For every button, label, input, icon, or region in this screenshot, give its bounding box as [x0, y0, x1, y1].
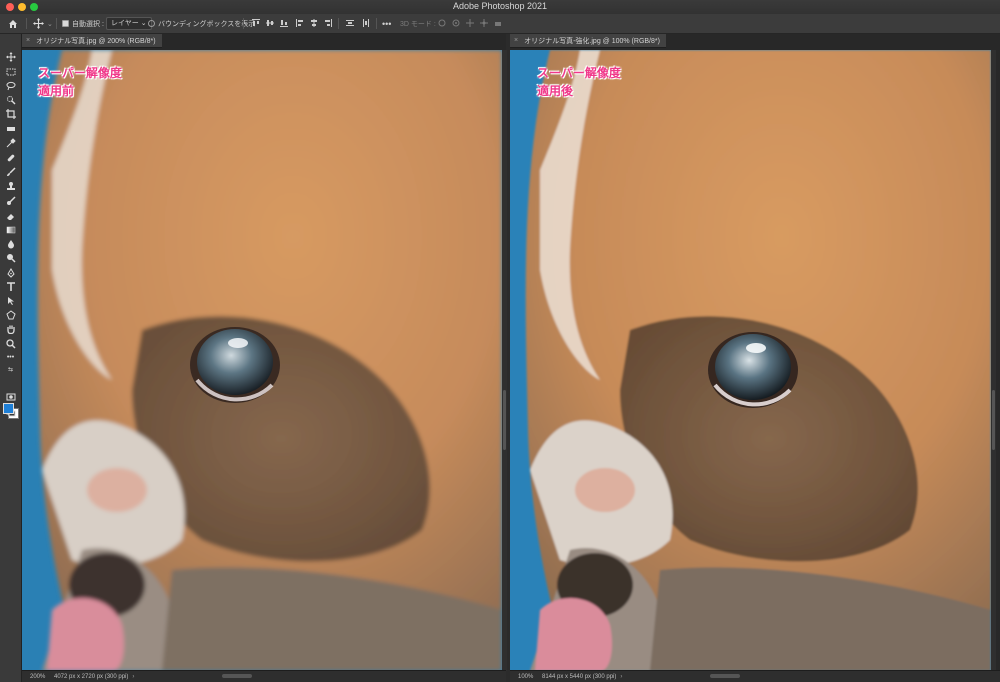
- dodge-tool-icon[interactable]: [5, 252, 16, 263]
- hand-tool-icon[interactable]: [5, 323, 16, 334]
- close-tab-icon[interactable]: ×: [26, 37, 30, 44]
- align-bottom-icon[interactable]: [280, 19, 288, 27]
- vertical-scrollbar[interactable]: [502, 50, 507, 671]
- clone-stamp-tool-icon[interactable]: [5, 180, 16, 191]
- history-brush-tool-icon[interactable]: [5, 195, 16, 206]
- document-window-before: × オリジナル写真.jpg @ 200% (RGB/8*) スーパー解像度 適用…: [22, 34, 507, 682]
- image-canvas[interactable]: スーパー解像度 適用前: [22, 50, 502, 671]
- brush-tool-icon[interactable]: [5, 166, 16, 177]
- document-window-after: × オリジナル写真-強化.jpg @ 100% (RGB/8*) スーパー解像度…: [510, 34, 1000, 682]
- 3d-mode-label: 3D モード :: [400, 20, 436, 28]
- pen-tool-icon[interactable]: [5, 267, 16, 278]
- close-tab-icon[interactable]: ×: [514, 37, 518, 44]
- move-tool-preset-icon[interactable]: ⌄: [33, 17, 53, 30]
- document-info: 8144 px x 5440 px (300 ppi): [542, 673, 617, 680]
- foreground-color-swatch[interactable]: [3, 403, 14, 414]
- overlay-subtitle: 適用後: [537, 84, 574, 98]
- checkbox-checked-icon: [62, 20, 69, 27]
- image-canvas[interactable]: スーパー解像度 適用後: [510, 50, 991, 671]
- distribute-horizontal-icon[interactable]: [362, 19, 370, 27]
- dog-photo-after: [510, 50, 991, 671]
- chevron-right-icon[interactable]: ›: [132, 674, 134, 680]
- overlay-subtitle: 適用前: [38, 84, 75, 98]
- marquee-tool-icon[interactable]: [5, 66, 16, 77]
- more-options-icon[interactable]: •••: [382, 17, 391, 30]
- more-tools-icon[interactable]: •••: [5, 352, 16, 363]
- healing-brush-tool-icon[interactable]: [5, 152, 16, 163]
- options-bar: ⌄ 自動選択 : レイヤー ⌄ バウンディングボックスを表示 ••• 3D モー…: [0, 14, 1000, 34]
- align-left-icon[interactable]: [296, 19, 304, 27]
- status-bar: 200% 4072 px x 2720 px (300 ppi) ›: [22, 670, 506, 682]
- 3d-slide-icon[interactable]: [480, 19, 488, 27]
- eraser-tool-icon[interactable]: [5, 210, 16, 221]
- zoom-level[interactable]: 200%: [22, 674, 54, 680]
- zoom-tool-icon[interactable]: [5, 338, 16, 349]
- quick-mask-icon[interactable]: [5, 391, 16, 402]
- status-bar: 100% 8144 px x 5440 px (300 ppi) ›: [510, 670, 1000, 682]
- home-icon[interactable]: [8, 17, 18, 30]
- after-overlay-label: スーパー解像度 適用後: [537, 64, 621, 100]
- before-overlay-label: スーパー解像度 適用前: [38, 64, 122, 100]
- blur-tool-icon[interactable]: [5, 238, 16, 249]
- swap-colors-icon[interactable]: ⇆: [5, 364, 16, 375]
- checkbox-unchecked-icon: [148, 20, 155, 27]
- shape-tool-icon[interactable]: [5, 309, 16, 320]
- type-tool-icon[interactable]: [5, 281, 16, 292]
- align-right-icon[interactable]: [324, 19, 332, 27]
- quick-selection-tool-icon[interactable]: [5, 94, 16, 105]
- auto-select-label: 自動選択 :: [72, 20, 104, 28]
- path-selection-tool-icon[interactable]: [5, 295, 16, 306]
- document-tab-before[interactable]: × オリジナル写真.jpg @ 200% (RGB/8*): [22, 34, 162, 48]
- align-top-icon[interactable]: [252, 19, 260, 27]
- transform-controls-checkbox[interactable]: バウンディングボックスを表示: [148, 17, 255, 30]
- dog-photo-before: [22, 50, 502, 671]
- eyedropper-tool-icon[interactable]: [5, 137, 16, 148]
- auto-select-checkbox[interactable]: 自動選択 :: [62, 17, 104, 30]
- app-title: Adobe Photoshop 2021: [452, 1, 548, 11]
- 3d-roll-icon[interactable]: [452, 19, 460, 27]
- distribute-vertical-icon[interactable]: [346, 19, 354, 27]
- overlay-title: スーパー解像度: [537, 66, 621, 80]
- crop-tool-icon[interactable]: [5, 108, 16, 119]
- chevron-right-icon[interactable]: ›: [620, 674, 622, 680]
- overlay-title: スーパー解像度: [38, 66, 122, 80]
- 3d-orbit-icon[interactable]: [438, 19, 446, 27]
- frame-tool-icon[interactable]: [5, 123, 16, 134]
- auto-select-target-value: レイヤー: [111, 20, 139, 27]
- document-info: 4072 px x 2720 px (300 ppi): [54, 673, 129, 680]
- document-tab-after[interactable]: × オリジナル写真-強化.jpg @ 100% (RGB/8*): [510, 34, 666, 48]
- document-tab-title: オリジナル写真.jpg @ 200% (RGB/8*): [36, 37, 156, 45]
- align-horizontal-center-icon[interactable]: [310, 19, 318, 27]
- lasso-tool-icon[interactable]: [5, 80, 16, 91]
- 3d-pan-icon[interactable]: [466, 19, 474, 27]
- gradient-tool-icon[interactable]: [5, 224, 16, 235]
- align-vertical-center-icon[interactable]: [266, 19, 274, 27]
- horizontal-scrollbar-thumb[interactable]: [222, 674, 252, 678]
- transform-controls-label: バウンディングボックスを表示: [158, 20, 256, 28]
- move-tool-icon[interactable]: [5, 51, 16, 62]
- title-bar: Adobe Photoshop 2021: [0, 0, 1000, 15]
- 3d-scale-icon[interactable]: [494, 19, 502, 27]
- horizontal-scrollbar-thumb[interactable]: [710, 674, 740, 678]
- zoom-level[interactable]: 100%: [510, 674, 542, 680]
- vertical-scrollbar[interactable]: [991, 50, 996, 671]
- document-tab-title: オリジナル写真-強化.jpg @ 100% (RGB/8*): [524, 37, 660, 45]
- auto-select-target-dropdown[interactable]: レイヤー ⌄: [106, 17, 152, 30]
- tools-panel: ••• ⇆: [0, 34, 22, 682]
